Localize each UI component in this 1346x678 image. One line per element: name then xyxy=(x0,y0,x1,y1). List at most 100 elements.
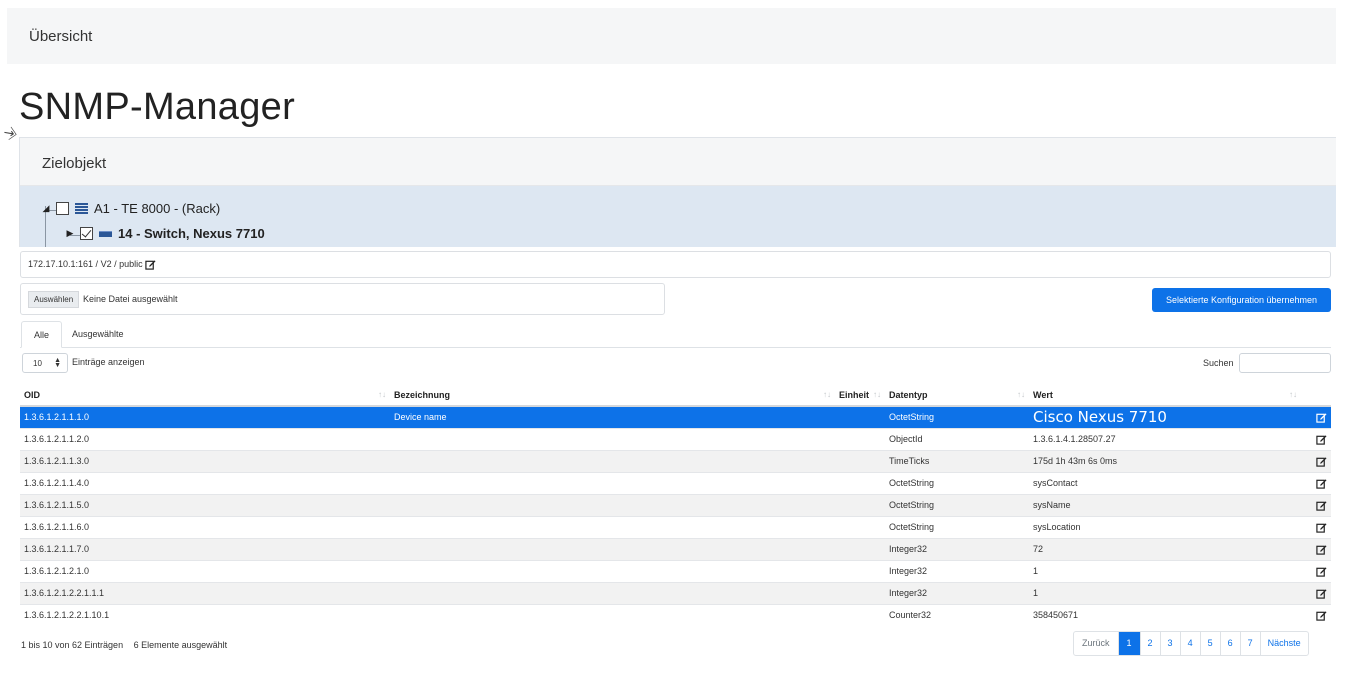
tree-checkbox[interactable] xyxy=(56,202,69,215)
edit-icon[interactable] xyxy=(1301,449,1331,472)
edit-icon[interactable] xyxy=(1301,427,1331,450)
edit-icon[interactable] xyxy=(1301,537,1331,560)
page-length-select[interactable]: 10 ▲ ▼ xyxy=(22,353,68,373)
expand-triangle-icon[interactable]: ▶ xyxy=(64,228,76,240)
rack-icon xyxy=(75,202,88,215)
tree-node-switch[interactable]: ▶ 14 - Switch, Nexus 7710 xyxy=(64,226,265,241)
table-row[interactable]: 1.3.6.1.2.1.2.2.1.10.1 Counter32 358450671 xyxy=(20,603,1331,626)
connection-info: 172.17.10.1:161 / V2 / public xyxy=(20,251,1331,278)
cell-einheit xyxy=(835,405,885,428)
table-row[interactable]: 1.3.6.1.2.1.2.1.0 Integer32 1 xyxy=(20,559,1331,582)
table-header-row: OID ↑↓ Bezeichnung ↑↓ Einheit ↑↓ Datentyp ↑↓… xyxy=(20,384,1331,407)
cell-bezeichnung: Device name xyxy=(390,405,835,428)
collapse-triangle-icon[interactable]: ◢ xyxy=(40,203,52,215)
cell-oid: 1.3.6.1.2.1.1.7.0 xyxy=(20,537,390,560)
edit-icon[interactable] xyxy=(1301,515,1331,538)
pagination-page[interactable]: 4 xyxy=(1179,632,1200,655)
pagination-page[interactable]: 5 xyxy=(1199,632,1220,655)
apply-configuration-button[interactable]: Selektierte Konfiguration übernehmen xyxy=(1152,288,1331,312)
pagination-page[interactable]: 2 xyxy=(1139,632,1160,655)
cell-bezeichnung xyxy=(390,471,835,494)
cell-bezeichnung xyxy=(390,493,835,516)
cell-wert: Cisco Nexus 7710 xyxy=(1029,405,1301,428)
cell-oid: 1.3.6.1.2.1.2.1.0 xyxy=(20,559,390,582)
cell-bezeichnung xyxy=(390,427,835,450)
cell-datentyp: TimeTicks xyxy=(885,449,1029,472)
object-tree: ◢ A1 - TE 8000 - (Rack) ▶ 14 - Switch, N… xyxy=(20,186,1336,247)
edit-icon[interactable] xyxy=(1301,581,1331,604)
pagination-page[interactable]: 7 xyxy=(1239,632,1260,655)
cell-oid: 1.3.6.1.2.1.1.4.0 xyxy=(20,471,390,494)
entries-info: 1 bis 10 von 62 Einträgen xyxy=(21,640,124,650)
connection-text: 172.17.10.1:161 / V2 / public xyxy=(28,259,143,269)
tree-node-label[interactable]: A1 - TE 8000 - (Rack) xyxy=(94,201,220,216)
table-row[interactable]: 1.3.6.1.2.1.1.7.0 Integer32 72 xyxy=(20,537,1331,560)
edit-icon[interactable] xyxy=(1301,559,1331,582)
cell-oid: 1.3.6.1.2.1.1.5.0 xyxy=(20,493,390,516)
table-row[interactable]: 1.3.6.1.2.1.1.5.0 OctetString sysName xyxy=(20,493,1331,516)
page-length-label: Einträge anzeigen xyxy=(72,357,145,367)
table-row[interactable]: 1.3.6.1.2.1.1.3.0 TimeTicks 175d 1h 43m 6s… xyxy=(20,449,1331,472)
file-status: Keine Datei ausgewählt xyxy=(83,294,178,304)
cell-datentyp: ObjectId xyxy=(885,427,1029,450)
sort-icon[interactable]: ↑↓ xyxy=(823,390,831,399)
edit-icon[interactable] xyxy=(1301,471,1331,494)
cell-datentyp: OctetString xyxy=(885,493,1029,516)
oid-table: OID ↑↓ Bezeichnung ↑↓ Einheit ↑↓ Datentyp ↑↓… xyxy=(20,384,1331,626)
cell-wert: sysName xyxy=(1029,493,1301,516)
sort-icon[interactable]: ↑↓ xyxy=(1017,390,1025,399)
column-header-actions xyxy=(1301,384,1331,407)
column-header-einheit[interactable]: Einheit ↑↓ xyxy=(835,384,885,407)
sort-icon[interactable]: ↑↓ xyxy=(1289,390,1297,399)
cell-oid: 1.3.6.1.2.1.2.2.1.1.1 xyxy=(20,581,390,604)
edit-icon[interactable] xyxy=(145,259,156,270)
cell-bezeichnung xyxy=(390,449,835,472)
breadcrumb[interactable]: Übersicht xyxy=(29,28,92,45)
pagination-page[interactable]: 3 xyxy=(1159,632,1180,655)
pagination-page[interactable]: 1 xyxy=(1117,632,1140,655)
cell-bezeichnung xyxy=(390,559,835,582)
cell-bezeichnung xyxy=(390,581,835,604)
cell-einheit xyxy=(835,493,885,516)
target-object-panel: Zielobjekt ◢ A1 - TE 8000 - (Rack) ▶ 14 … xyxy=(19,137,1336,247)
tab-all[interactable]: Alle xyxy=(21,321,63,348)
tree-checkbox[interactable] xyxy=(80,227,93,240)
cell-datentyp: Integer32 xyxy=(885,581,1029,604)
cell-datentyp: OctetString xyxy=(885,405,1029,428)
table-row[interactable]: 1.3.6.1.2.1.1.2.0 ObjectId 1.3.6.1.4.1.285… xyxy=(20,427,1331,450)
pagination-prev[interactable]: Zurück xyxy=(1074,632,1118,655)
tab-selected[interactable]: Ausgewählte xyxy=(60,321,136,348)
tree-node-label[interactable]: 14 - Switch, Nexus 7710 xyxy=(118,226,265,241)
cell-einheit xyxy=(835,515,885,538)
table-row[interactable]: 1.3.6.1.2.1.1.1.0 Device name OctetString C… xyxy=(20,405,1331,428)
cell-bezeichnung xyxy=(390,603,835,626)
cell-einheit xyxy=(835,603,885,626)
cell-einheit xyxy=(835,427,885,450)
search-input[interactable] xyxy=(1239,353,1331,373)
column-header-bezeichnung[interactable]: Bezeichnung ↑↓ xyxy=(390,384,835,407)
pagination-next[interactable]: Nächste xyxy=(1259,632,1308,655)
cell-oid: 1.3.6.1.2.1.1.3.0 xyxy=(20,449,390,472)
column-header-datentyp[interactable]: Datentyp ↑↓ xyxy=(885,384,1029,407)
edit-icon[interactable] xyxy=(1301,603,1331,626)
table-row[interactable]: 1.3.6.1.2.1.1.4.0 OctetString sysContact xyxy=(20,471,1331,494)
edit-icon[interactable] xyxy=(1301,493,1331,516)
cell-datentyp: Counter32 xyxy=(885,603,1029,626)
pagination-page[interactable]: 6 xyxy=(1219,632,1240,655)
cell-bezeichnung xyxy=(390,515,835,538)
sort-icon[interactable]: ↑↓ xyxy=(378,390,386,399)
cell-einheit xyxy=(835,537,885,560)
file-choose-button[interactable]: Auswählen xyxy=(28,291,80,308)
table-row[interactable]: 1.3.6.1.2.1.1.6.0 OctetString sysLocation xyxy=(20,515,1331,538)
cell-wert: 72 xyxy=(1029,537,1301,560)
table-row[interactable]: 1.3.6.1.2.1.2.2.1.1.1 Integer32 1 xyxy=(20,581,1331,604)
cell-einheit xyxy=(835,449,885,472)
tree-node-rack[interactable]: ◢ A1 - TE 8000 - (Rack) xyxy=(40,201,221,216)
edit-icon[interactable] xyxy=(1301,405,1331,428)
cell-wert: sysContact xyxy=(1029,471,1301,494)
cell-datentyp: Integer32 xyxy=(885,537,1029,560)
sort-icon[interactable]: ↑↓ xyxy=(873,390,881,399)
column-header-wert[interactable]: Wert ↑↓ xyxy=(1029,384,1301,407)
column-header-oid[interactable]: OID ↑↓ xyxy=(20,384,390,407)
page-title: SNMP-Manager xyxy=(19,86,296,128)
